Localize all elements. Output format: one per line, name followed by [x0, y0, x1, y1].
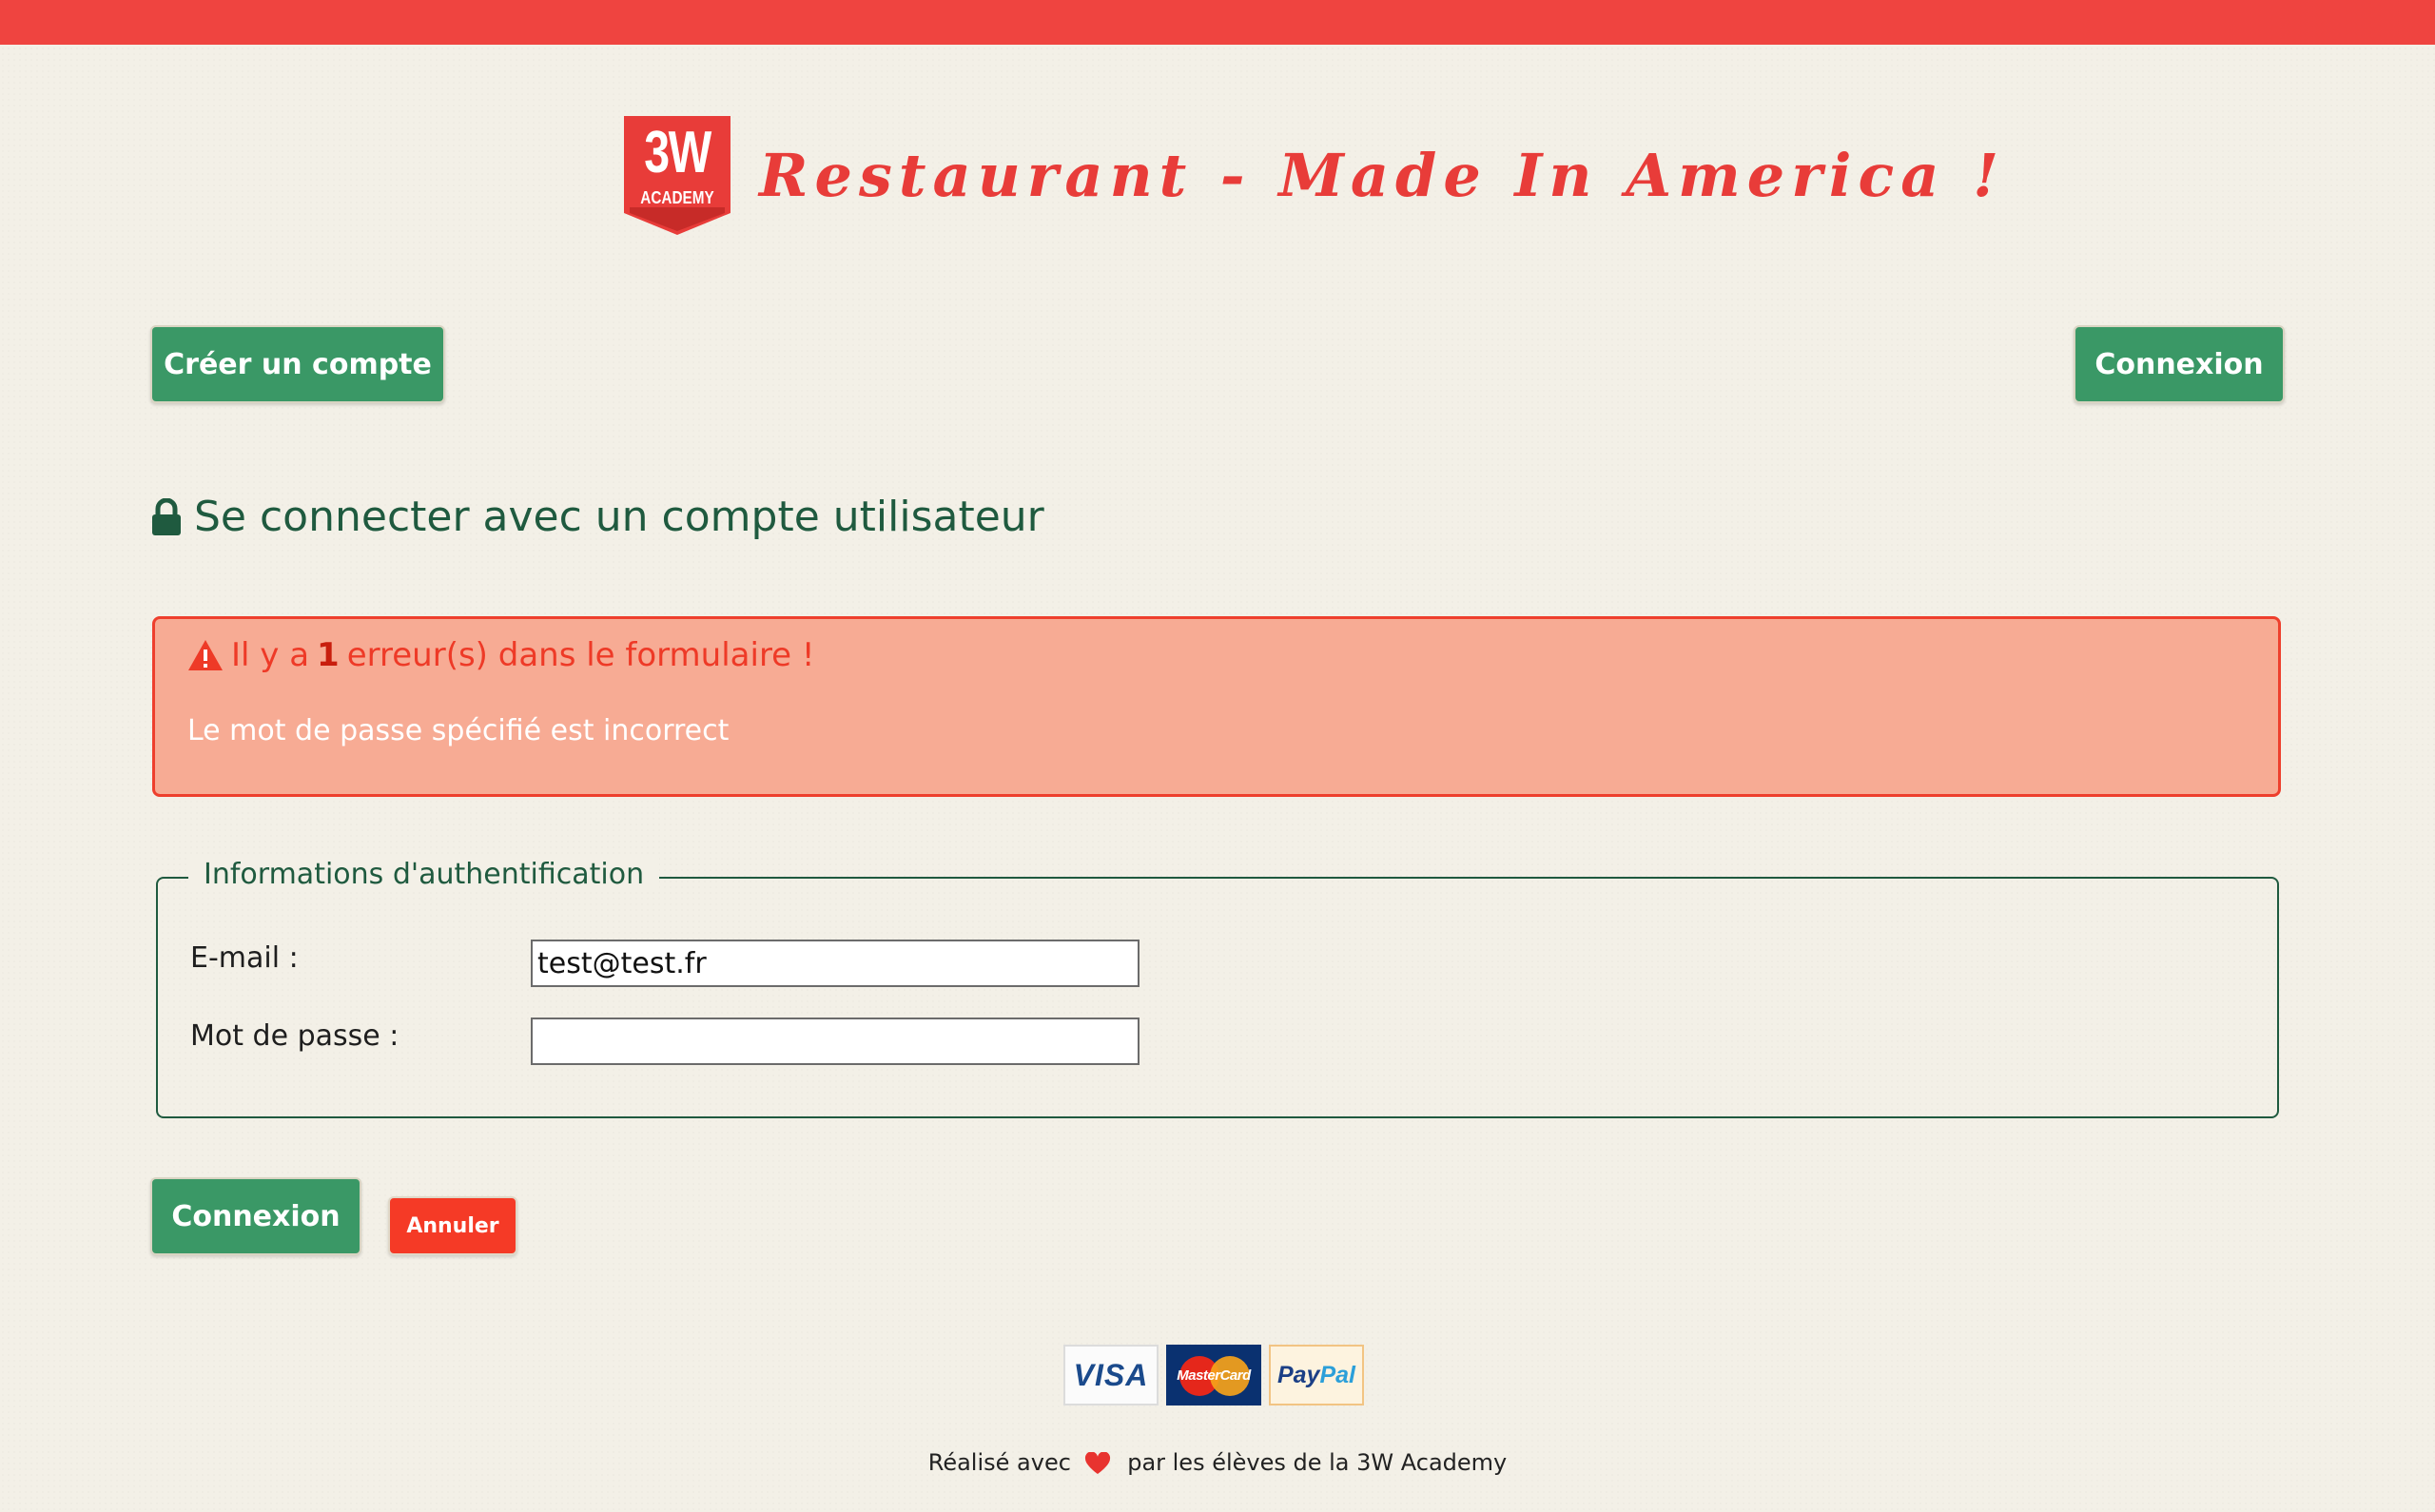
logo-text-3w: 3W	[644, 120, 711, 185]
alert-message: Le mot de passe spécifié est incorrect	[187, 714, 730, 747]
top-bar	[0, 0, 2435, 45]
heart-icon	[1084, 1452, 1110, 1474]
lock-icon	[152, 497, 181, 535]
footer-prefix: Réalisé avec	[927, 1449, 1071, 1476]
payment-methods: VISA MasterCard Pay Pal	[1063, 1345, 1364, 1405]
mastercard-text: MasterCard	[1177, 1367, 1251, 1384]
auth-fieldset: Informations d'authentification E-mail :…	[156, 858, 2279, 1118]
error-alert: Il y a 1 erreur(s) dans le formulaire ! …	[152, 616, 2281, 797]
site-header: 3W ACADEMY Restaurant - Made In America …	[624, 116, 2005, 235]
alert-title-prefix: Il y a	[231, 636, 310, 674]
header-login-button[interactable]: Connexion	[2074, 325, 2285, 403]
alert-error-count: 1	[317, 636, 340, 674]
visa-card-icon: VISA	[1063, 1345, 1159, 1405]
logo-text-academy: ACADEMY	[640, 188, 714, 207]
page-heading: Se connecter avec un compte utilisateur	[150, 493, 1044, 541]
visa-text: VISA	[1073, 1357, 1149, 1392]
cancel-button[interactable]: Annuler	[388, 1196, 517, 1255]
paypal-text-pay: Pay	[1276, 1361, 1320, 1388]
warning-icon	[188, 640, 223, 670]
paypal-icon: Pay Pal	[1269, 1345, 1364, 1405]
alert-title-suffix: erreur(s) dans le formulaire !	[346, 636, 815, 674]
academy-logo[interactable]: 3W ACADEMY	[624, 116, 730, 235]
site-title: Restaurant - Made In America !	[759, 141, 2006, 210]
fieldset-legend: Informations d'authentification	[188, 858, 660, 891]
paypal-text-pal: Pal	[1319, 1361, 1355, 1388]
alert-title: Il y a 1 erreur(s) dans le formulaire !	[187, 636, 815, 674]
login-submit-button[interactable]: Connexion	[150, 1177, 361, 1255]
footer-suffix: par les élèves de la 3W Academy	[1127, 1449, 1508, 1476]
page-heading-text: Se connecter avec un compte utilisateur	[194, 493, 1044, 541]
footer: Réalisé avec par les élèves de la 3W Aca…	[0, 1449, 2435, 1476]
password-label: Mot de passe :	[190, 1019, 399, 1053]
email-label: E-mail :	[190, 941, 299, 975]
email-field[interactable]	[531, 940, 1140, 987]
mastercard-icon: MasterCard	[1166, 1345, 1261, 1405]
password-field[interactable]	[531, 1018, 1140, 1065]
create-account-button[interactable]: Créer un compte	[150, 325, 445, 403]
